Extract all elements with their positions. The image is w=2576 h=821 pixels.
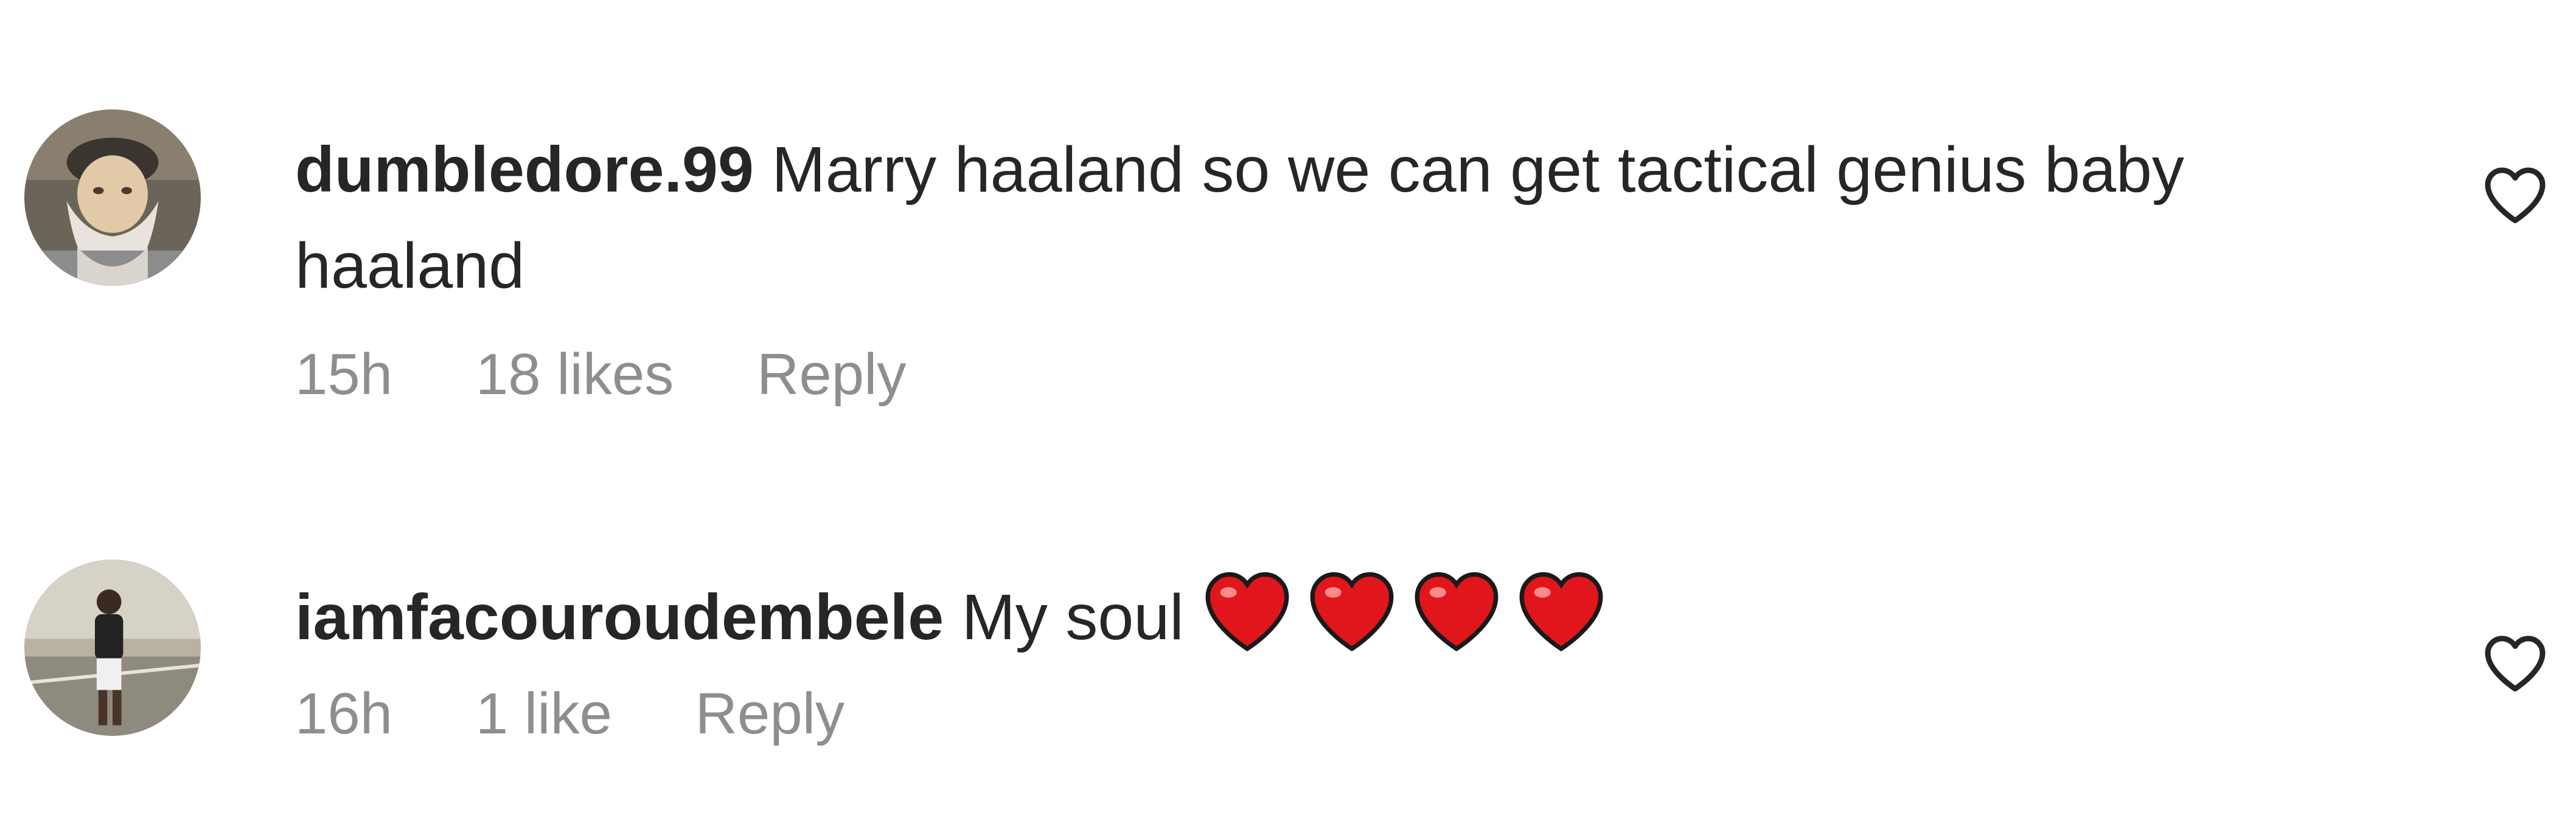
- user-avatar[interactable]: [24, 109, 201, 286]
- comment-likes-count[interactable]: 18 likes: [476, 338, 674, 411]
- comment-username[interactable]: dumbledore.99: [295, 134, 754, 206]
- reply-button[interactable]: Reply: [757, 338, 906, 411]
- red-heart-emoji: [1516, 569, 1606, 654]
- comment-timestamp[interactable]: 15h: [295, 338, 392, 411]
- comment-meta: 16h 1 like Reply: [295, 677, 2364, 750]
- comment-body: iamfacouroudembele My soul 16h 1 like Re…: [295, 569, 2364, 750]
- reply-button[interactable]: Reply: [695, 677, 844, 750]
- red-heart-emoji: [1412, 569, 1502, 654]
- comment-text: My soul: [961, 581, 1184, 653]
- comment-item: dumbledore.99 Marry haaland so we can ge…: [0, 0, 2576, 438]
- user-avatar[interactable]: [24, 559, 201, 736]
- comment-likes-count[interactable]: 1 like: [476, 677, 612, 750]
- comment-username[interactable]: iamfacouroudembele: [295, 581, 944, 653]
- comment-meta: 15h 18 likes Reply: [295, 338, 2364, 411]
- wizard-avatar-icon: [24, 109, 201, 286]
- comment-item: iamfacouroudembele My soul 16h 1 like Re…: [0, 438, 2576, 821]
- heart-outline-icon[interactable]: [2479, 158, 2552, 231]
- red-heart-emoji: [1202, 569, 1292, 654]
- emoji-group: [1202, 569, 1621, 654]
- comment-line: iamfacouroudembele My soul: [295, 569, 2364, 665]
- red-heart-emoji: [1307, 569, 1397, 654]
- comment-body: dumbledore.99 Marry haaland so we can ge…: [295, 122, 2364, 411]
- comment-timestamp[interactable]: 16h: [295, 677, 392, 750]
- comment-line: dumbledore.99 Marry haaland so we can ge…: [295, 122, 2364, 314]
- heart-outline-icon[interactable]: [2479, 626, 2552, 699]
- person-avatar-icon: [24, 559, 201, 736]
